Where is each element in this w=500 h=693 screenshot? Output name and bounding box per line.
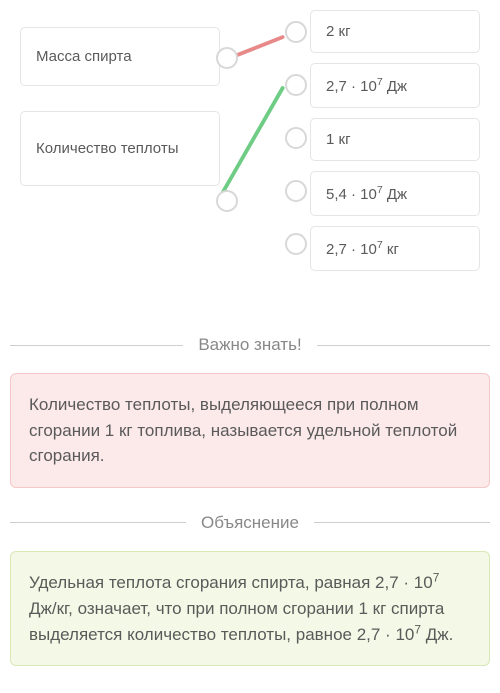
connector-node-left[interactable] — [216, 190, 238, 212]
connector-node-right[interactable] — [285, 127, 307, 149]
right-item-3[interactable]: 5,4 · 107 Дж — [310, 171, 480, 216]
important-title: Важно знать! — [198, 335, 301, 355]
connector-node-left[interactable] — [216, 47, 238, 69]
right-column: 2 кг 2,7 · 107 Дж 1 кг 5,4 · 107 Дж 2,7 … — [310, 10, 480, 281]
explanation-box: Удельная теплота сгорания спирта, равная… — [10, 551, 490, 667]
left-item-label: Масса спирта — [36, 48, 132, 65]
explanation-title: Объяснение — [201, 513, 299, 533]
right-item-label: 5,4 · 107 Дж — [326, 186, 407, 203]
right-item-label: 2,7 · 107 Дж — [326, 78, 407, 95]
left-item-heat[interactable]: Количество теплоты — [20, 111, 220, 186]
important-divider: Важно знать! — [10, 335, 490, 355]
right-item-label: 1 кг — [326, 131, 351, 148]
connector-node-right[interactable] — [285, 21, 307, 43]
divider-line — [317, 345, 490, 346]
right-item-4[interactable]: 2,7 · 107 кг — [310, 226, 480, 271]
right-item-1[interactable]: 2,7 · 107 Дж — [310, 63, 480, 108]
right-item-label: 2,7 · 107 кг — [326, 241, 399, 258]
left-item-label: Количество теплоты — [36, 140, 178, 157]
divider-line — [10, 522, 186, 523]
right-item-2[interactable]: 1 кг — [310, 118, 480, 161]
divider-line — [10, 345, 183, 346]
left-column: Масса спирта Количество теплоты — [20, 27, 220, 211]
explanation-divider: Объяснение — [10, 513, 490, 533]
right-item-0[interactable]: 2 кг — [310, 10, 480, 53]
right-item-label: 2 кг — [326, 23, 351, 40]
left-item-mass[interactable]: Масса спирта — [20, 27, 220, 86]
important-box: Количество теплоты, выделяющееся при пол… — [10, 373, 490, 488]
connector-node-right[interactable] — [285, 233, 307, 255]
connector-node-right[interactable] — [285, 180, 307, 202]
matching-exercise: Масса спирта Количество теплоты 2 кг 2,7… — [10, 10, 490, 310]
important-text: Количество теплоты, выделяющееся при пол… — [29, 395, 457, 465]
divider-line — [314, 522, 490, 523]
explanation-text: Удельная теплота сгорания спирта, равная… — [29, 573, 453, 644]
connector-node-right[interactable] — [285, 74, 307, 96]
